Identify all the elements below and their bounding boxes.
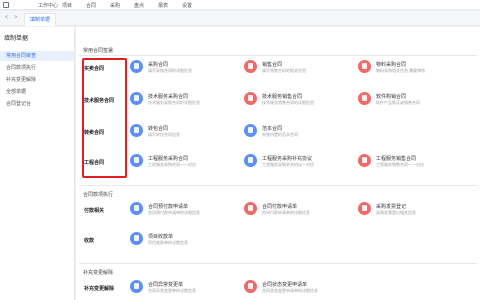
document-icon [130,232,143,245]
category-receipt: 收款 [84,238,95,244]
section-title-payment: 合同款项执行 [83,192,114,198]
card-prepayment-request[interactable]: 合同预付款申请单 合同预付款申请单的详细信息 [130,199,240,225]
top-menu-bar: 工作中心 项目 合同 采购 盘点 报表 设置 [0,0,480,10]
document-icon [358,202,371,215]
card-abnormal-change[interactable]: 合同异常变更单 合同异常变更单的详细信息 [130,277,240,300]
card-engineering-purchase[interactable]: 工程服务采购合同 工程服务采购合同一一对应 [130,151,240,177]
tab-bar: < > 填制单据 [0,11,480,26]
document-icon [130,60,143,73]
sidebar-item-supplement-change[interactable]: 补充变更解除 [0,75,74,85]
category-supplement: 补充变更解除 [84,286,115,292]
divider [79,263,477,264]
section-title-supplement: 补充变更解除 [83,270,114,276]
card-template-contract[interactable]: 范本合同 系统内置的范本合同 [244,121,354,147]
card-engineering-supplement[interactable]: 工程服务采购补充协议 工程服务采购补充协议一对应 [244,151,354,177]
document-icon [130,92,143,105]
document-icon [244,92,257,105]
card-purchase-contract[interactable]: 采购合同 填写采购合同的详细信息 [130,57,240,83]
category-payment: 付款相关 [84,208,105,214]
back-arrow-icon[interactable]: < [5,15,9,21]
card-payment-request[interactable]: 合同付款申请单 合同付款申请单的详细信息 [244,199,354,225]
document-icon [244,202,257,215]
document-icon [358,92,371,105]
document-icon [244,60,257,73]
document-icon [130,280,143,293]
card-tech-sales-contract[interactable]: 技术服务销售合同 技术服务销售合同的详细信息 [244,89,354,115]
card-sales-contract[interactable]: 销售合同 填写销售合同的相关信息 [244,57,354,83]
card-software-contract[interactable]: 软件购销合同 软件产品购买或销售合同 [358,89,468,115]
document-icon [244,280,257,293]
sidebar-item-common-contract[interactable]: 常用合同审查 [0,51,74,61]
document-icon [358,60,371,73]
menu-item-settings[interactable]: 设置 [182,2,192,9]
document-icon [130,124,143,137]
menu-item-contract[interactable]: 合同 [86,2,96,9]
document-icon [358,154,371,167]
sidebar-item-all-documents[interactable]: 全部单据 [0,87,74,97]
menu-item-report[interactable]: 报表 [158,2,168,9]
document-icon [130,154,143,167]
tab-fill-documents[interactable]: 填制单据 [24,13,56,26]
card-status-change[interactable]: 合同状态变更申请单 合同状态变更申请单的详细信息 [244,277,354,300]
sidebar-item-payment-execution[interactable]: 合同款项执行 [0,63,74,73]
highlight-box [82,58,127,178]
menu-item-inventory[interactable]: 盘点 [134,2,144,9]
document-icon [130,202,143,215]
section-title-common: 常用合同签署 [83,48,114,54]
card-project-receipt[interactable]: 项目收款单 项目收款单的详细信息 [130,229,240,255]
divider [79,185,477,186]
sidebar: 填制单据 常用合同审查 合同款项执行 补充变更解除 全部单据 合同登记台 [0,27,75,300]
sidebar-item-contract-register[interactable]: 合同登记台 [0,99,74,109]
menu-item-workcenter[interactable]: 工作中心 [38,2,58,9]
card-invoice-register[interactable]: 采购发票登记 采购发票登记相关信息 [358,199,468,225]
forward-arrow-icon[interactable]: > [14,15,18,21]
card-material-purchase-contract[interactable]: 物料采购合同 物料采购相关信息,需要审核 [358,57,468,83]
card-tech-purchase-contract[interactable]: 技术服务采购合同 技术服务采购合同的详细信息 [130,89,240,115]
card-engineering-sales[interactable]: 工程服务销售合同 工程服务销售合同一一对应 [358,151,468,177]
document-icon [244,124,257,137]
menu-item-project[interactable]: 项目 [62,2,72,9]
sidebar-title: 填制单据 [4,36,29,42]
app-logo-icon[interactable] [3,2,9,8]
main-content: 常用合同签署 买卖合同 技术服务合同 转卖合同 工程合同 采购合同 填写采购合同… [76,27,480,300]
divider [79,55,477,56]
menu-item-purchase[interactable]: 采购 [110,2,120,9]
card-subcontract[interactable]: 转包合同 填写转包合同信息 [130,121,240,147]
document-icon [244,154,257,167]
